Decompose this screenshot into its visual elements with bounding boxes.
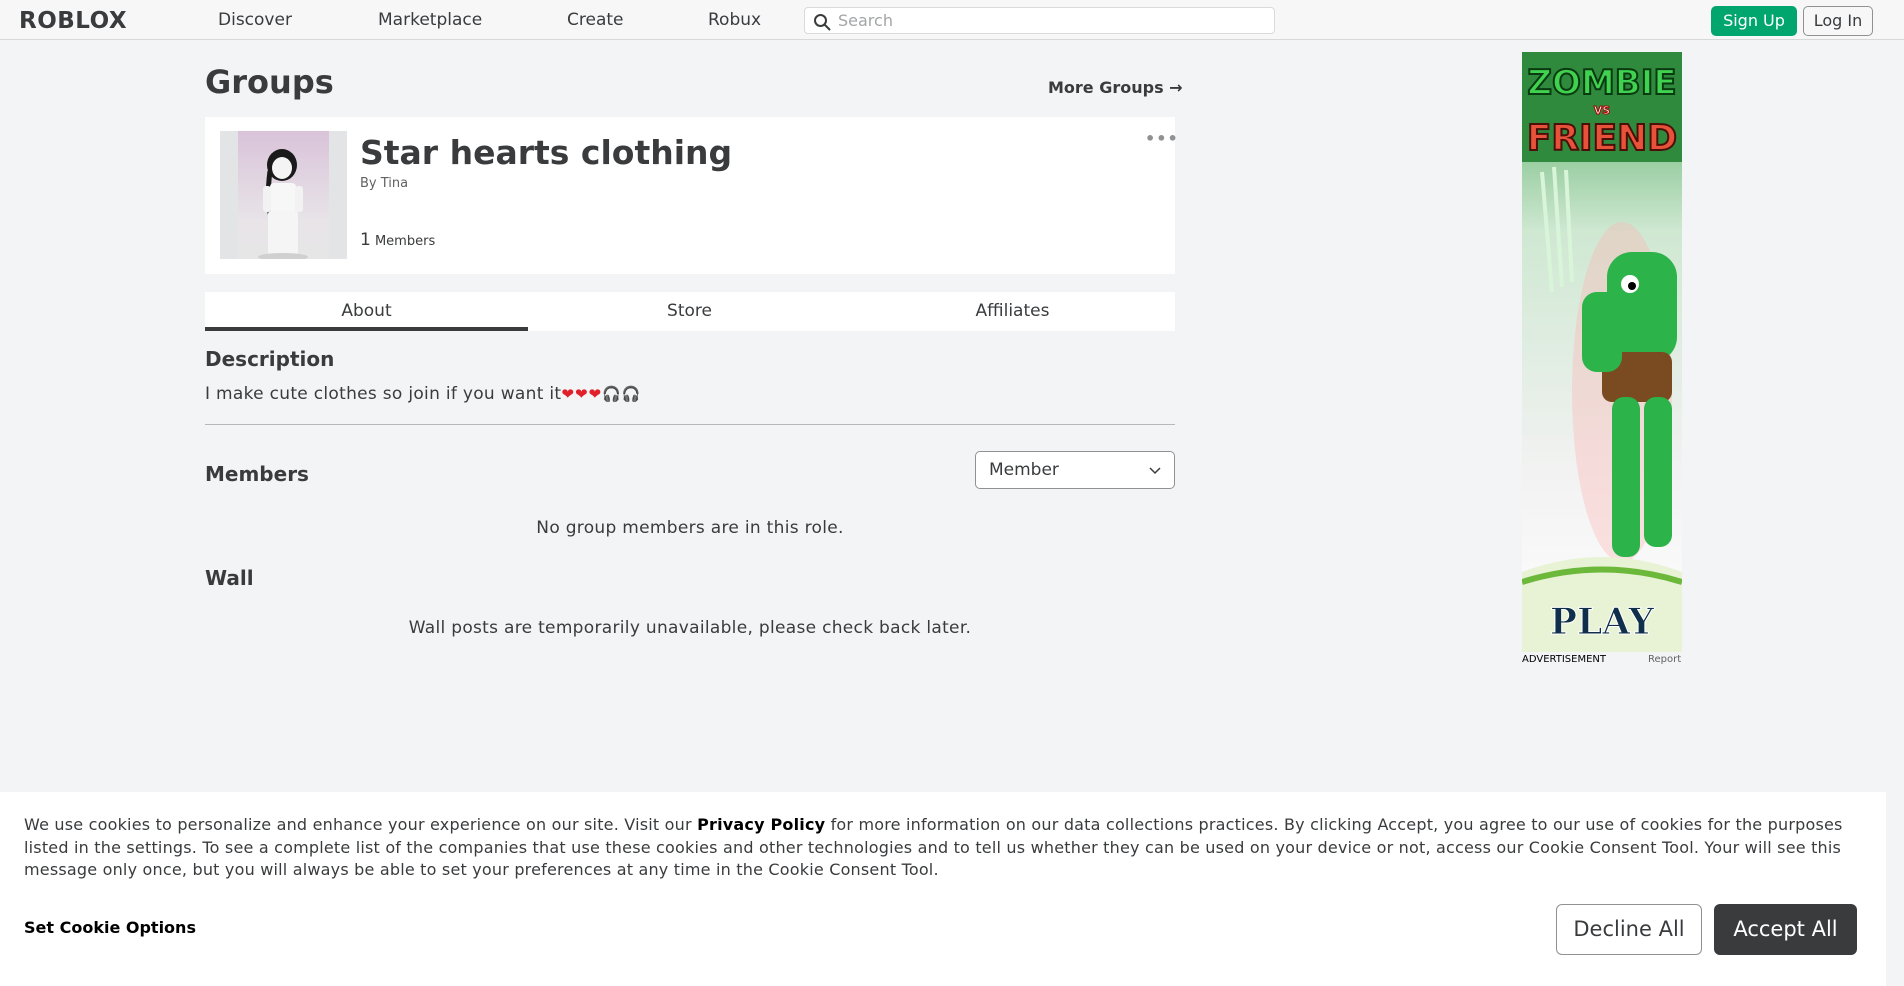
advertisement-label: ADVERTISEMENT <box>1522 654 1607 665</box>
group-description: I make cute clothes so join if you want … <box>205 384 641 404</box>
member-count-label: Members <box>374 234 436 249</box>
set-cookie-options-button[interactable]: Set Cookie Options <box>24 918 196 937</box>
roblox-logo[interactable]: ROBLOX <box>19 8 127 34</box>
report-ad-link[interactable]: Report <box>1648 654 1681 665</box>
accept-all-button[interactable]: Accept All <box>1714 904 1857 955</box>
group-tabs: About Store Affiliates <box>205 292 1175 331</box>
tab-about[interactable]: About <box>205 292 528 331</box>
more-options-icon[interactable]: ••• <box>1145 129 1179 148</box>
description-text: I make cute clothes so join if you want … <box>205 384 562 404</box>
nav-link-create[interactable]: Create <box>567 10 624 30</box>
more-groups-link[interactable]: More Groups → <box>1048 78 1183 97</box>
group-header-card: Star hearts clothing By Tina 1 Members •… <box>205 117 1178 274</box>
ad-play-cta: PLAY <box>1550 601 1656 643</box>
group-owner-line: By Tina <box>360 176 408 191</box>
tab-affiliates[interactable]: Affiliates <box>851 292 1174 331</box>
nav-link-marketplace[interactable]: Marketplace <box>378 10 482 30</box>
nav-link-robux[interactable]: Robux <box>708 10 761 30</box>
ad-title-bottom: FRIEND <box>1527 118 1677 159</box>
ad-title-top: ZOMBIE <box>1527 63 1676 103</box>
nav-link-discover[interactable]: Discover <box>218 10 292 30</box>
decline-all-button[interactable]: Decline All <box>1556 904 1702 955</box>
group-name: Star hearts clothing <box>360 133 733 172</box>
by-prefix: By <box>360 176 377 191</box>
members-empty-message: No group members are in this role. <box>536 518 844 538</box>
group-emblem-image <box>220 131 347 259</box>
members-heading: Members <box>205 462 309 486</box>
member-count-value: 1 <box>360 230 371 250</box>
page-title: Groups <box>205 63 334 101</box>
section-divider <box>205 424 1175 425</box>
sign-up-button[interactable]: Sign Up <box>1711 6 1797 36</box>
log-in-button[interactable]: Log In <box>1803 6 1873 36</box>
cookie-text-before: We use cookies to personalize and enhanc… <box>24 815 698 834</box>
description-emoji: ❤❤❤🎧🎧 <box>561 385 642 403</box>
role-dropdown-value: Member <box>989 460 1059 480</box>
group-member-count: 1 Members <box>360 230 435 250</box>
avatar-figure-illustration <box>220 131 347 259</box>
zombie-vs-friend-ad-art: ZOMBIE VS FRIEND PLAY <box>1522 52 1682 652</box>
group-owner-link[interactable]: Tina <box>381 176 408 191</box>
search-icon <box>814 14 831 31</box>
advertisement-banner[interactable]: ZOMBIE VS FRIEND PLAY <box>1522 52 1682 652</box>
wall-empty-message: Wall posts are temporarily unavailable, … <box>408 618 972 638</box>
chevron-down-icon <box>1149 467 1161 475</box>
privacy-policy-link[interactable]: Privacy Policy <box>697 815 825 834</box>
ad-title-mid: VS <box>1594 104 1611 117</box>
cookie-message: We use cookies to personalize and enhanc… <box>24 814 1864 882</box>
top-navigation-bar: ROBLOX Discover Marketplace Create Robux… <box>0 0 1904 40</box>
description-heading: Description <box>205 347 335 371</box>
wall-heading: Wall <box>205 566 254 590</box>
search-input[interactable] <box>838 9 1268 32</box>
tab-store[interactable]: Store <box>528 292 851 331</box>
role-dropdown[interactable]: Member <box>975 451 1175 489</box>
search-box[interactable] <box>804 7 1275 34</box>
cookie-consent-banner: We use cookies to personalize and enhanc… <box>0 792 1886 986</box>
